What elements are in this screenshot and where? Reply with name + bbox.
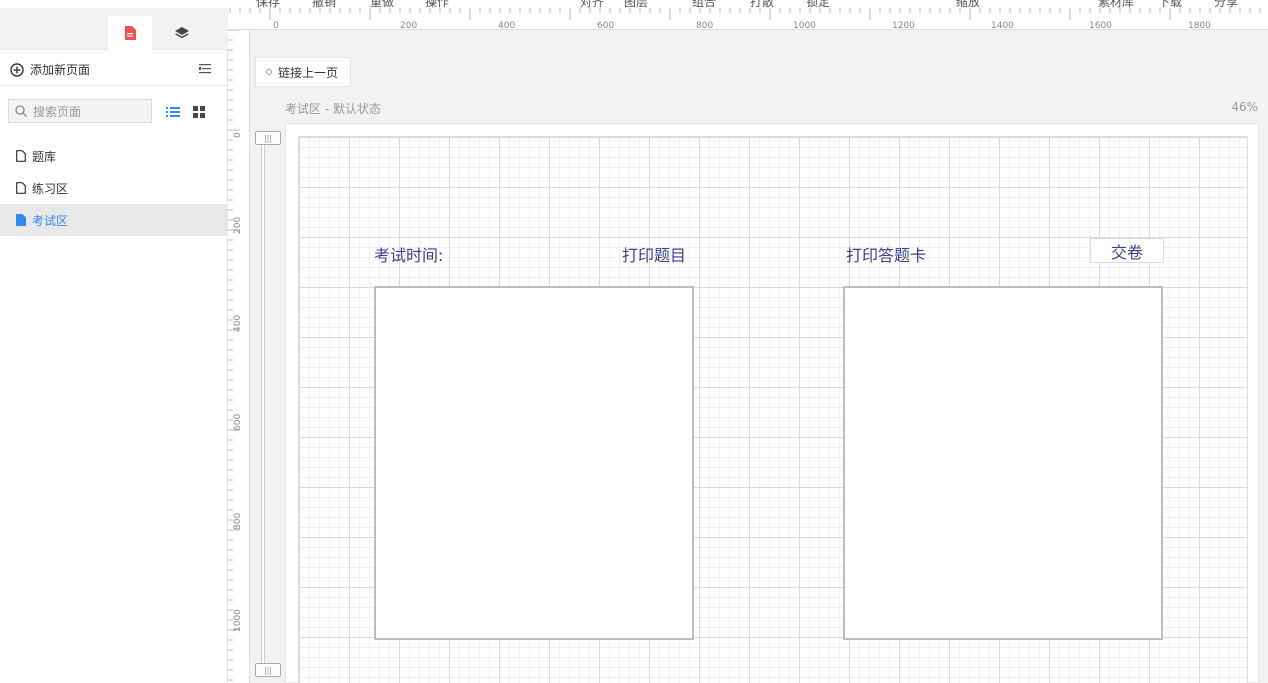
panel-tabs — [0, 8, 228, 50]
add-page-label: 添加新页面 — [30, 63, 91, 77]
question-panel[interactable] — [374, 286, 694, 640]
ruler-label: 1200 — [892, 21, 915, 30]
ruler-label: 1800 — [1188, 21, 1211, 30]
horizontal-ruler: 0 200 400 600 800 1000 1200 1400 1600 18… — [228, 8, 1268, 30]
toolbar-align[interactable]: 对齐 — [580, 0, 604, 8]
ruler-ticks — [228, 30, 240, 681]
ruler-label: 800 — [233, 512, 243, 530]
ruler-label: 800 — [696, 21, 714, 30]
exam-time-label[interactable]: 考试时间: — [374, 242, 443, 266]
top-toolbar: 保存 撤销 重做 操作 对齐 图层 组合 打散 锁定 缩放 素材库 下载 分享 — [0, 0, 1268, 8]
toolbar-ungroup[interactable]: 打散 — [750, 0, 774, 8]
file-outline-icon — [16, 182, 26, 194]
ruler-label: 1400 — [991, 21, 1014, 30]
search-page-input[interactable]: 搜索页面 — [8, 99, 152, 123]
pages-panel: 添加新页面 搜索页面 题库 练习区 考试区 — [0, 8, 228, 683]
toolbar-operate[interactable]: 操作 — [425, 0, 449, 8]
page-item-exam[interactable]: 考试区 — [0, 204, 228, 236]
ruler-label: 1000 — [233, 609, 243, 632]
grid-icon — [193, 106, 205, 118]
ruler-label: 200 — [233, 216, 243, 234]
file-outline-icon — [16, 150, 26, 162]
link-previous-page-label: 链接上一页 — [278, 65, 339, 80]
ruler-label: 400 — [498, 21, 516, 30]
submit-exam-button[interactable]: 交卷 — [1090, 238, 1164, 263]
file-filled-icon — [16, 214, 26, 226]
view-toggle — [162, 102, 212, 122]
vertical-ruler: 0 200 400 600 800 1000 — [228, 30, 250, 683]
tab-pages[interactable] — [108, 16, 152, 50]
toolbar-save[interactable]: 保存 — [256, 0, 280, 8]
page-item-label: 考试区 — [32, 213, 69, 228]
page-item-label: 题库 — [32, 149, 57, 164]
add-page-row[interactable]: 添加新页面 — [0, 54, 228, 86]
toolbar-share[interactable]: 分享 — [1214, 0, 1238, 8]
answer-card-panel[interactable] — [843, 286, 1163, 640]
toolbar-download[interactable]: 下载 — [1158, 0, 1182, 8]
canvas-area: 链接上一页 考试区 - 默认状态 46% ||| ||| 考试时间: 打印题目 … — [251, 31, 1268, 683]
toolbar-lock[interactable]: 锁定 — [806, 0, 830, 8]
ruler-label: 0 — [233, 132, 243, 138]
ruler-label: 0 — [273, 21, 279, 30]
ruler-ticks — [229, 8, 1261, 20]
toolbar-layer[interactable]: 图层 — [624, 0, 648, 8]
list-view-button[interactable] — [162, 102, 184, 122]
ruler-label: 400 — [233, 314, 243, 332]
slider-top-handle[interactable]: ||| — [255, 131, 281, 145]
search-icon — [15, 105, 27, 117]
ruler-label: 1600 — [1089, 21, 1112, 30]
page-list: 题库 练习区 考试区 — [0, 140, 228, 236]
page-canvas[interactable]: 考试时间: 打印题目 打印答题卡 交卷 — [285, 123, 1259, 683]
toolbar-group[interactable]: 组合 — [692, 0, 716, 8]
print-questions-button[interactable]: 打印题目 — [622, 242, 686, 266]
page-item-practice[interactable]: 练习区 — [0, 172, 228, 204]
page-icon — [125, 26, 136, 40]
link-previous-page-chip[interactable]: 链接上一页 — [255, 57, 352, 87]
ruler-label: 600 — [233, 413, 243, 431]
list-icon — [166, 107, 180, 117]
toolbar-redo[interactable]: 重做 — [370, 0, 394, 8]
vertical-slider-track[interactable] — [261, 135, 265, 675]
page-item-question-bank[interactable]: 题库 — [0, 140, 228, 172]
page-item-label: 练习区 — [32, 181, 69, 196]
search-placeholder: 搜索页面 — [33, 104, 82, 119]
toolbar-undo[interactable]: 撤销 — [312, 0, 336, 8]
toolbar-zoom[interactable]: 缩放 — [956, 0, 980, 8]
toolbar-assets[interactable]: 素材库 — [1098, 0, 1134, 8]
add-circle-icon — [10, 62, 24, 77]
print-answer-card-button[interactable]: 打印答题卡 — [846, 242, 926, 266]
ruler-label: 600 — [597, 21, 615, 30]
grid-view-button[interactable] — [188, 102, 210, 122]
tab-layers[interactable] — [160, 16, 204, 50]
slider-bottom-handle[interactable]: ||| — [255, 663, 281, 677]
layers-icon — [175, 27, 189, 39]
canvas-state-title: 考试区 - 默认状态 — [285, 102, 381, 116]
ruler-label: 1000 — [793, 21, 816, 30]
ruler-label: 200 — [400, 21, 418, 30]
prototype-editor: 保存 撤销 重做 操作 对齐 图层 组合 打散 锁定 缩放 素材库 下载 分享 — [0, 0, 1268, 683]
zoom-percentage: 46% — [1231, 100, 1258, 114]
sort-icon[interactable] — [198, 62, 212, 76]
circle-dot-icon — [266, 69, 272, 75]
